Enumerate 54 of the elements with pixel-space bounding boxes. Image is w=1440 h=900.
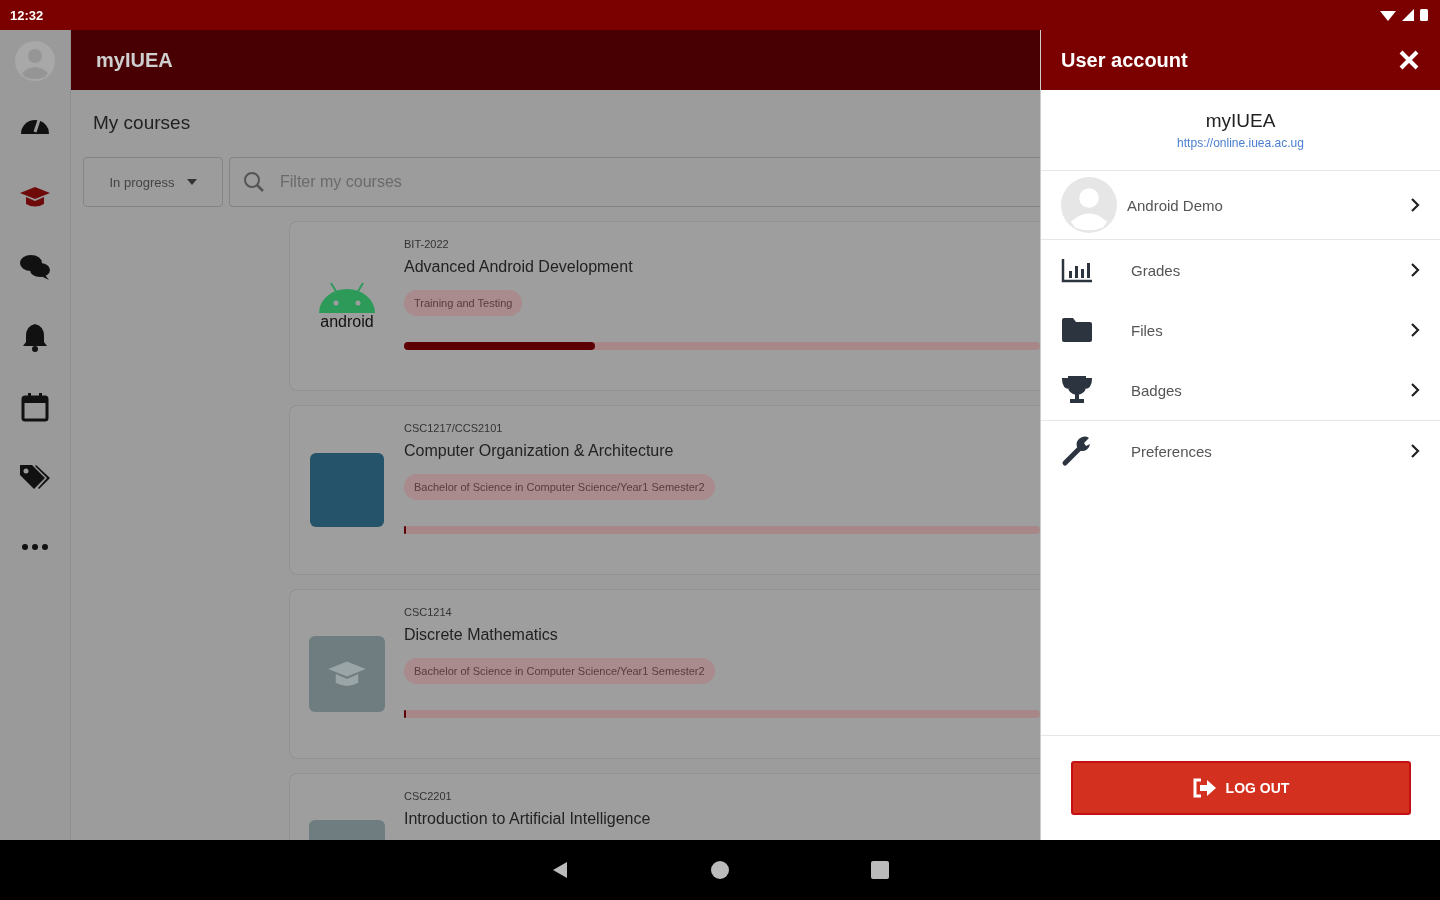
course-code: CSC1214 [404,606,453,618]
avatar-icon [1061,177,1117,233]
close-icon[interactable] [1398,49,1420,71]
chevron-right-icon [1410,322,1420,338]
course-code: CSC1217/CCS2101 [404,422,504,434]
course-name: Advanced Android Development [404,258,634,276]
status-time: 12:32 [10,7,44,23]
progress-dropdown[interactable]: In progress [83,157,223,207]
course-code: BIT-2022 [404,238,450,250]
graduation-cap-icon [327,659,367,689]
caret-icon [186,179,197,185]
log-out-icon [1191,777,1218,799]
graduation-cap-icon [19,185,51,209]
chevron-right-icon [1410,382,1420,398]
drawer-title: User account [1061,48,1188,72]
search-icon [243,171,265,193]
chat-bubbles-icon [19,253,51,281]
site-url-link[interactable]: https://online.iuea.ac.ug [1177,136,1304,150]
course-category-tag: Bachelor of Science in Computer Science/Year1 Semester2 [404,474,715,500]
logo-text: android [320,313,374,331]
drawer-menu-item[interactable]: Badges [1041,360,1440,420]
tags-icon [19,463,51,491]
gauge-icon [19,118,51,136]
home-icon[interactable] [710,860,730,880]
user-profile-item[interactable]: Android Demo [1041,171,1440,240]
course-name: Discrete Mathematics [404,626,559,644]
chevron-right-icon [1410,443,1420,459]
more-icon [21,543,49,551]
bar-chart-icon [1061,257,1093,283]
course-category-tag: Training and Testing [404,290,523,316]
course-name: Computer Organization & Architecture [404,442,675,460]
trophy-icon [1061,376,1093,404]
course-card[interactable]: CSC2201 Introduction to Artificial Intelligence [289,773,1040,840]
site-name: myIUEA [1205,110,1276,132]
chevron-right-icon [1410,197,1420,213]
chevron-right-icon [1410,262,1420,278]
android-robot-icon [317,281,377,315]
bell-icon [22,322,48,352]
wrench-icon [1061,435,1093,467]
calendar-icon [21,392,49,422]
drawer-menu-item[interactable]: Files [1041,300,1440,360]
drawer-menu-item[interactable]: Preferences [1041,420,1440,481]
course-card[interactable]: CSC1214 Discrete Mathematics Bachelor of Science in Computer Science/Year1 Semester2 [289,589,1040,759]
course-code: CSC2201 [404,790,453,802]
app-title: myIUEA [96,48,173,72]
log-out-button[interactable]: LOG OUT [1070,761,1411,815]
recents-icon[interactable] [870,860,890,880]
course-category-tag: Bachelor of Science in Computer Science/Year1 Semester2 [404,658,715,684]
drawer-menu-item[interactable]: Grades [1041,240,1440,300]
course-card[interactable]: android BIT-2022 Advanced Android Development Training and Testing [289,221,1040,391]
course-card[interactable]: CSC1217/CCS2101 Computer Organization & Architecture Bachelor of Science in Computer Science/Year1 Semester2 [289,405,1040,575]
page-title: My courses [92,111,192,135]
course-name: Introduction to Artificial Intelligence [404,810,652,828]
folder-icon [1061,317,1093,343]
